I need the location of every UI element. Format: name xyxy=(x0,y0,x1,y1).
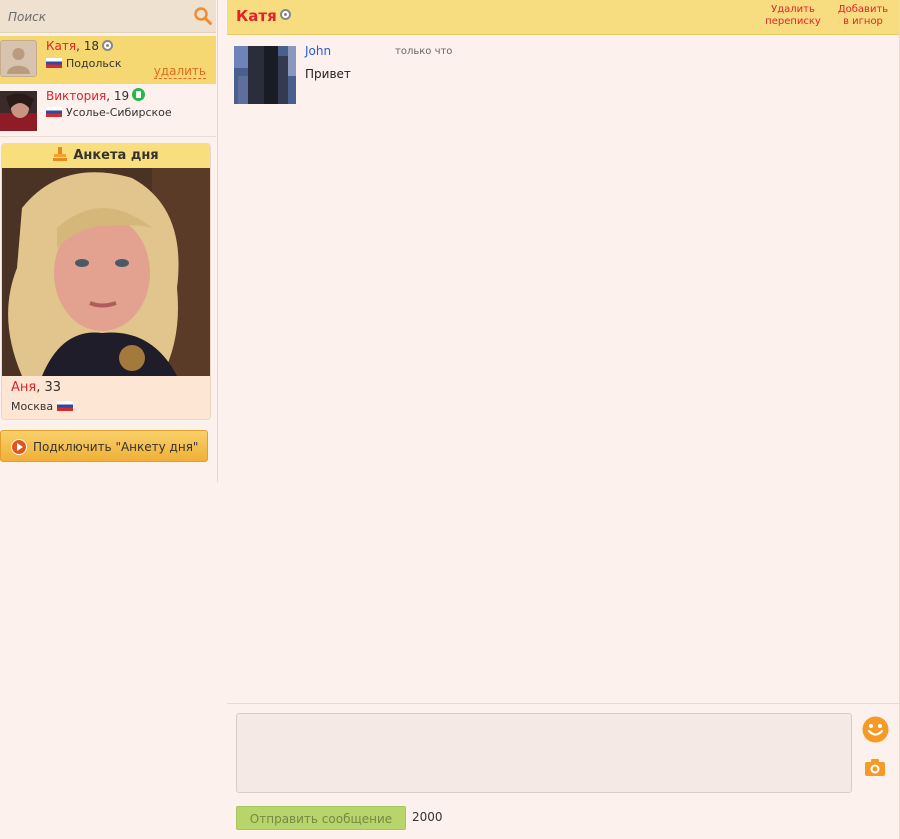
message-time: только что xyxy=(395,46,453,57)
compose-divider xyxy=(227,703,900,704)
camera-icon[interactable] xyxy=(864,757,886,777)
contact-item-viktoriya[interactable]: Виктория, 19 Усолье-Сибирское xyxy=(0,85,216,133)
message-input[interactable] xyxy=(236,713,852,793)
contact-city: Подольск xyxy=(66,57,122,70)
contact-age: 19 xyxy=(113,89,130,103)
divider xyxy=(0,136,216,137)
russia-flag-icon xyxy=(46,107,62,117)
contact-age: 18 xyxy=(83,39,100,53)
sender-avatar[interactable] xyxy=(234,46,296,104)
connect-profile-of-day-button[interactable]: Подключить "Анкету дня" xyxy=(0,430,208,462)
award-icon xyxy=(53,147,68,161)
contacts-sidebar: Катя, 18 Подольск удалить Виктория, 19 У… xyxy=(0,0,218,482)
smile-icon[interactable] xyxy=(862,716,889,743)
offline-status-icon xyxy=(102,40,114,51)
message-author[interactable]: John xyxy=(305,44,331,58)
avatar xyxy=(0,91,37,131)
add-to-ignore-button[interactable]: Добавить в игнор xyxy=(832,4,894,28)
contact-name[interactable]: Катя xyxy=(46,39,76,53)
send-message-button[interactable]: Отправить сообщение xyxy=(236,806,406,830)
chat-title[interactable]: Катя xyxy=(236,7,277,25)
russia-flag-icon xyxy=(46,58,62,68)
message-text: Привет xyxy=(305,67,351,81)
profile-of-day-name[interactable]: Аня xyxy=(11,380,36,395)
russia-flag-icon xyxy=(57,401,74,411)
message-item: John только что Привет xyxy=(234,44,884,106)
profile-of-day-age: 33 xyxy=(44,380,62,395)
delete-contact-link[interactable]: удалить xyxy=(153,65,206,79)
search-input[interactable] xyxy=(6,7,190,27)
contact-name[interactable]: Виктория xyxy=(46,89,106,103)
mobile-online-icon xyxy=(132,88,146,101)
profile-of-day-title: Анкета дня xyxy=(73,148,159,163)
char-limit-counter: 2000 xyxy=(412,810,443,824)
arrow-right-icon xyxy=(11,439,27,455)
contact-item-katya[interactable]: Катя, 18 Подольск удалить xyxy=(0,36,216,84)
offline-status-icon xyxy=(279,9,291,20)
profile-of-day-city: Москва xyxy=(11,400,54,413)
connect-button-label: Подключить "Анкету дня" xyxy=(33,440,199,454)
chat-header: Катя Удалить переписку Добавить в игнор xyxy=(227,0,900,35)
search-bar xyxy=(0,0,216,33)
delete-conversation-button[interactable]: Удалить переписку xyxy=(761,4,825,28)
contact-city: Усолье-Сибирское xyxy=(66,106,172,119)
avatar-placeholder xyxy=(0,40,37,77)
search-icon[interactable] xyxy=(193,6,213,26)
profile-of-day-photo[interactable] xyxy=(2,168,210,376)
profile-of-the-day[interactable]: Анкета дня Аня, 33 Москва xyxy=(1,143,211,420)
